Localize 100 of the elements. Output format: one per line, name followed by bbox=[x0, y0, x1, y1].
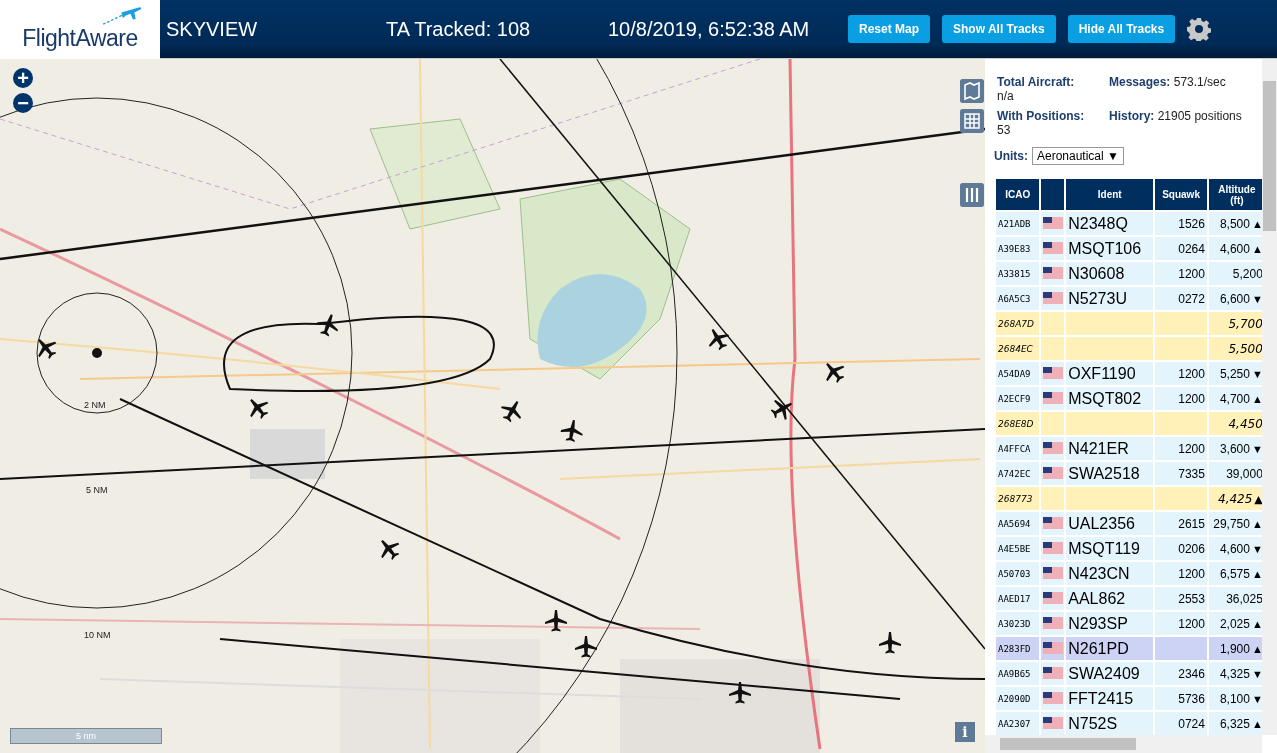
app-title: SKYVIEW bbox=[166, 17, 259, 41]
tracked-count: TA Tracked: 108 bbox=[386, 17, 532, 41]
table-cell: 8,500 bbox=[1219, 216, 1250, 231]
flag-icon bbox=[1043, 716, 1064, 729]
trend-arrow: ▼ bbox=[1251, 367, 1262, 380]
range-ring-label: 2 NM bbox=[84, 400, 106, 410]
trend-arrow: ▼ bbox=[1251, 442, 1262, 455]
airplane-icon[interactable] bbox=[558, 417, 586, 445]
table-cell: OXF1190 bbox=[1068, 364, 1136, 382]
table-cell: MSQT106 bbox=[1068, 239, 1142, 257]
table-cell: 0272 bbox=[1178, 291, 1205, 306]
table-cell: 1200 bbox=[1178, 441, 1205, 456]
table-cell: 0724 bbox=[1178, 716, 1205, 731]
table-cell: A50703 bbox=[996, 562, 1040, 585]
table-cell: 0206 bbox=[1178, 541, 1205, 556]
flag-icon bbox=[1043, 266, 1064, 279]
table-cell: 268A7D bbox=[996, 312, 1040, 335]
table-cell: 268773 bbox=[996, 487, 1040, 510]
airplane-icon[interactable] bbox=[878, 631, 902, 655]
table-cell: 4,325 bbox=[1219, 666, 1250, 681]
flag-icon bbox=[1043, 466, 1064, 479]
table-cell: 5736 bbox=[1178, 691, 1205, 706]
table-cell: A3023D bbox=[996, 612, 1040, 635]
table-cell: 1200 bbox=[1178, 566, 1205, 581]
trend-arrow: ▲ bbox=[1251, 217, 1262, 230]
columns-icon[interactable] bbox=[960, 183, 984, 207]
table-cell: A4FFCA bbox=[996, 437, 1040, 460]
flag-icon bbox=[1043, 566, 1064, 579]
table-cell: 4,600 bbox=[1219, 541, 1250, 556]
table-cell: 1200 bbox=[1178, 366, 1205, 381]
table-cell: 3,600 bbox=[1219, 441, 1250, 456]
settings-icon[interactable] bbox=[1187, 17, 1212, 41]
table-cell: 6,600 bbox=[1219, 291, 1250, 306]
table-cell: 1,900 bbox=[1219, 641, 1250, 656]
column-header[interactable]: ICAO bbox=[996, 179, 1040, 210]
table-cell: SWA2409 bbox=[1068, 664, 1140, 682]
table-cell: 4,600 bbox=[1219, 241, 1250, 256]
flag-icon bbox=[1043, 516, 1064, 529]
history-stat: History: 21905 positions bbox=[1109, 109, 1243, 125]
trend-arrow: ▲ bbox=[1251, 717, 1262, 730]
table-cell: 1200 bbox=[1178, 266, 1205, 281]
flag-icon bbox=[1043, 691, 1064, 704]
table-cell: 2615 bbox=[1178, 516, 1205, 531]
table-cell: 6,575 bbox=[1219, 566, 1250, 581]
table-cell: A21ADB bbox=[996, 212, 1040, 235]
horizontal-scrollbar[interactable] bbox=[985, 735, 1262, 753]
table-cell: A742EC bbox=[996, 462, 1040, 485]
table-cell: MSQT119 bbox=[1068, 539, 1140, 557]
flag-icon bbox=[1043, 616, 1064, 629]
scale-bar: 5 nm bbox=[10, 728, 162, 744]
trend-arrow: ▼ bbox=[1251, 667, 1262, 680]
info-button[interactable]: i bbox=[955, 722, 975, 742]
table-cell: N421ER bbox=[1068, 439, 1129, 457]
table-cell: 2553 bbox=[1178, 591, 1205, 606]
total-aircraft-stat: Total Aircraft: n/a bbox=[997, 75, 1076, 103]
table-cell: A6A5C3 bbox=[996, 287, 1040, 310]
units-dropdown[interactable]: Aeronautical ▼ bbox=[1032, 147, 1124, 165]
grid-icon[interactable] bbox=[960, 109, 984, 133]
table-cell: 4,450 bbox=[1228, 416, 1262, 431]
table-cell: 5,500 bbox=[1228, 341, 1262, 356]
flag-icon bbox=[1043, 216, 1064, 229]
airplane-icon[interactable] bbox=[544, 609, 568, 633]
table-cell: A283FD bbox=[996, 637, 1040, 660]
table-cell: A39E83 bbox=[996, 237, 1040, 260]
airplane-icon[interactable] bbox=[728, 681, 752, 705]
messages-stat: Messages: 573.1/sec bbox=[1109, 75, 1227, 91]
table-cell: MSQT802 bbox=[1068, 389, 1142, 407]
table-cell: UAL2356 bbox=[1068, 514, 1135, 532]
trend-arrow: ▲ bbox=[1251, 617, 1262, 630]
table-cell: 5,200 bbox=[1232, 266, 1262, 281]
airplane-icon[interactable] bbox=[574, 635, 598, 659]
units-label: Units: bbox=[994, 149, 1028, 163]
trend-arrow: ▲ bbox=[1254, 492, 1262, 506]
table-cell: 5,700 bbox=[1228, 316, 1262, 331]
positions-stat: With Positions: 53 bbox=[997, 109, 1086, 137]
column-header[interactable]: Altitude (ft) bbox=[1208, 179, 1262, 210]
table-cell: 4,700 bbox=[1219, 391, 1250, 406]
table-cell: 29,750 bbox=[1213, 516, 1250, 531]
map-layer-icon[interactable] bbox=[960, 79, 984, 103]
column-header[interactable]: Ident bbox=[1066, 179, 1154, 210]
table-cell: N293SP bbox=[1068, 614, 1128, 632]
table-cell: 4,425 bbox=[1218, 491, 1253, 506]
table-cell: AA9B65 bbox=[996, 662, 1040, 685]
table-cell: A54DA9 bbox=[996, 362, 1040, 385]
table-cell: 39,000 bbox=[1226, 466, 1262, 481]
table-cell: A2090D bbox=[996, 687, 1040, 710]
table-cell: N423CN bbox=[1068, 564, 1130, 582]
table-cell: 7335 bbox=[1178, 466, 1205, 481]
table-cell: AA2307 bbox=[996, 712, 1040, 735]
table-cell: 0264 bbox=[1178, 241, 1205, 256]
vertical-scrollbar[interactable] bbox=[1262, 59, 1277, 735]
table-cell: AA5694 bbox=[996, 512, 1040, 535]
flag-icon bbox=[1043, 291, 1064, 304]
table-cell: N261PD bbox=[1068, 639, 1129, 657]
flag-icon bbox=[1043, 366, 1064, 379]
table-cell: N752S bbox=[1068, 714, 1118, 732]
table-cell: N2348Q bbox=[1068, 214, 1128, 232]
logo-text: FlightAware bbox=[22, 25, 138, 50]
table-cell: N5273U bbox=[1068, 289, 1127, 307]
column-header[interactable]: Squawk bbox=[1155, 179, 1207, 210]
